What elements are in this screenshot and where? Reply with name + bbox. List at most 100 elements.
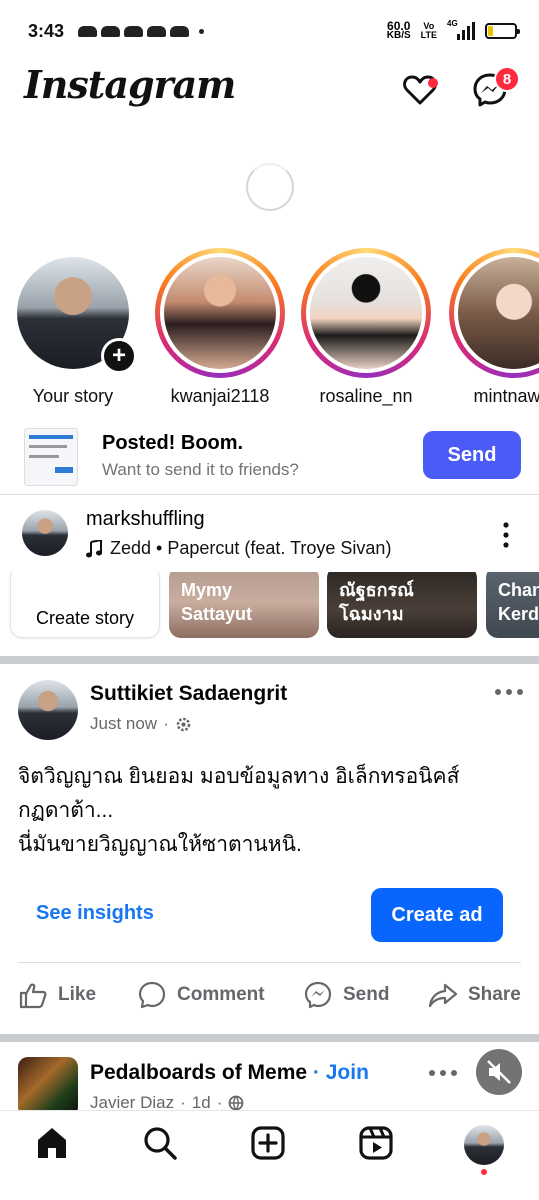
section-divider <box>0 1034 539 1042</box>
notification-icon <box>170 25 190 37</box>
send-label: Send <box>343 984 390 1005</box>
story-item[interactable]: rosaline_nn <box>298 248 434 407</box>
bottom-navigation <box>0 1110 539 1200</box>
music-note-icon <box>86 539 102 557</box>
plus-square-icon <box>251 1126 285 1160</box>
mute-button[interactable] <box>476 1049 522 1095</box>
music-track[interactable]: Zedd • Papercut (feat. Troye Sivan) <box>86 538 391 559</box>
story-name: Your story <box>32 386 114 406</box>
network-speed-unit: KB/S <box>386 30 411 41</box>
nav-home[interactable] <box>34 1125 74 1165</box>
story-item[interactable]: mintnawin <box>446 248 539 407</box>
share-icon <box>428 983 458 1008</box>
heart-icon <box>403 75 437 105</box>
post-text-line: จิตวิญญาณ ยินยอม มอบข้อมูลทาง อิเล็กทรอน… <box>18 765 460 788</box>
story-card-name: Chan <box>498 580 539 600</box>
globe-icon <box>228 1095 244 1111</box>
avatar[interactable] <box>18 680 78 740</box>
nav-reels[interactable] <box>358 1125 398 1165</box>
posted-banner: Posted! Boom. Want to send it to friends… <box>0 424 539 494</box>
nav-profile[interactable] <box>464 1125 504 1175</box>
feed-post: Pedalboards of Meme · Join Javier Diaz ·… <box>0 1043 539 1117</box>
notification-icon <box>147 25 167 37</box>
story-card-name: Kerd <box>498 604 539 624</box>
story-card[interactable]: Mymy Sattayut <box>169 572 319 638</box>
section-divider <box>0 656 539 664</box>
post-time: Just now <box>90 714 158 733</box>
comment-icon <box>138 981 166 1009</box>
nav-search[interactable] <box>142 1125 182 1165</box>
avatar <box>310 257 422 369</box>
posted-title: Posted! Boom. <box>102 432 244 454</box>
see-insights-link[interactable]: See insights <box>36 902 154 925</box>
more-options-icon[interactable] <box>496 520 516 550</box>
more-notifications-dot <box>199 28 205 34</box>
group-avatar[interactable] <box>18 1057 78 1117</box>
like-button[interactable]: Like <box>18 980 96 1010</box>
loading-spinner <box>246 163 294 211</box>
stories-tray: + Your story kwanjai2118 rosaline_nn min… <box>0 248 539 408</box>
notifications-button[interactable] <box>400 70 440 110</box>
story-item[interactable]: kwanjai2118 <box>152 248 288 407</box>
post-actions: Like Comment Send Share <box>0 976 539 1016</box>
story-name: rosaline_nn <box>319 386 413 406</box>
share-button[interactable]: Share <box>428 980 521 1010</box>
divider <box>0 494 539 495</box>
track-name: Zedd • Papercut (feat. Troye Sivan) <box>110 538 392 558</box>
signal-icon: 4G <box>447 19 475 40</box>
username[interactable]: markshuffling <box>86 508 205 531</box>
post-text-line: กฏดาต้า... <box>18 799 114 822</box>
add-story-plus-icon[interactable]: + <box>101 338 137 374</box>
separator-dot: · <box>312 1061 326 1084</box>
posted-subtitle: Want to send it to friends? <box>102 460 299 479</box>
story-card-name: Sattayut <box>181 604 253 624</box>
messenger-button[interactable]: 8 <box>470 66 520 110</box>
join-group-link[interactable]: Join <box>326 1061 369 1084</box>
instagram-logo[interactable]: Instagram <box>24 62 236 107</box>
messenger-icon <box>304 981 332 1009</box>
music-story-row[interactable]: markshuffling Zedd • Papercut (feat. Tro… <box>0 506 539 566</box>
post-thumbnail <box>24 428 78 486</box>
group-name[interactable]: Pedalboards of Meme <box>90 1061 307 1084</box>
search-icon <box>144 1127 177 1160</box>
create-story-card[interactable]: Create story <box>10 572 160 638</box>
notification-icon <box>78 25 98 37</box>
notification-icon <box>101 25 121 37</box>
avatar <box>464 1125 504 1165</box>
more-options-icon[interactable] <box>428 1069 458 1077</box>
story-your[interactable]: + Your story <box>5 248 141 407</box>
app-header: Instagram 8 <box>0 62 539 122</box>
network-type: 4G <box>447 19 458 28</box>
more-options-icon[interactable] <box>494 688 524 696</box>
story-name: kwanjai2118 <box>170 386 270 406</box>
notification-icon <box>124 25 144 37</box>
post-meta: Just now · <box>90 714 192 734</box>
send-button[interactable]: Send <box>303 980 389 1010</box>
post-text: จิตวิญญาณ ยินยอม มอบข้อมูลทาง อิเล็กทรอน… <box>18 760 528 862</box>
messages-badge: 8 <box>494 66 520 92</box>
group-title: Pedalboards of Meme · Join <box>90 1061 369 1085</box>
send-to-friends-button[interactable]: Send <box>423 431 521 479</box>
home-icon <box>38 1128 66 1158</box>
story-name: mintnawin <box>473 386 539 406</box>
create-ad-button[interactable]: Create ad <box>371 888 503 942</box>
comment-button[interactable]: Comment <box>137 980 265 1010</box>
network-speed: 60.0 KB/S <box>386 20 411 41</box>
comment-label: Comment <box>177 984 265 1005</box>
volte-indicator: Vo LTE <box>421 22 437 40</box>
story-card-name: โฉมงาม <box>339 604 404 624</box>
status-bar: 3:43 60.0 KB/S Vo LTE 4G <box>0 0 539 62</box>
story-card[interactable]: ณัฐธกรณ์ โฉมงาม <box>327 572 477 638</box>
create-story-label: Create story <box>35 608 135 628</box>
notification-icons <box>78 25 205 37</box>
divider <box>18 962 521 963</box>
battery-icon <box>485 23 520 39</box>
story-card[interactable]: Chan Kerd <box>486 572 539 638</box>
share-label: Share <box>468 984 521 1005</box>
post-text-line: นี่มันขายวิญญาณให้ซาตานหนิ. <box>18 833 302 856</box>
nav-create[interactable] <box>250 1125 290 1165</box>
muted-speaker-icon <box>487 1060 511 1084</box>
avatar[interactable] <box>22 510 68 556</box>
post-author[interactable]: Suttikiet Sadaengrit <box>90 682 287 706</box>
like-icon <box>19 983 47 1009</box>
